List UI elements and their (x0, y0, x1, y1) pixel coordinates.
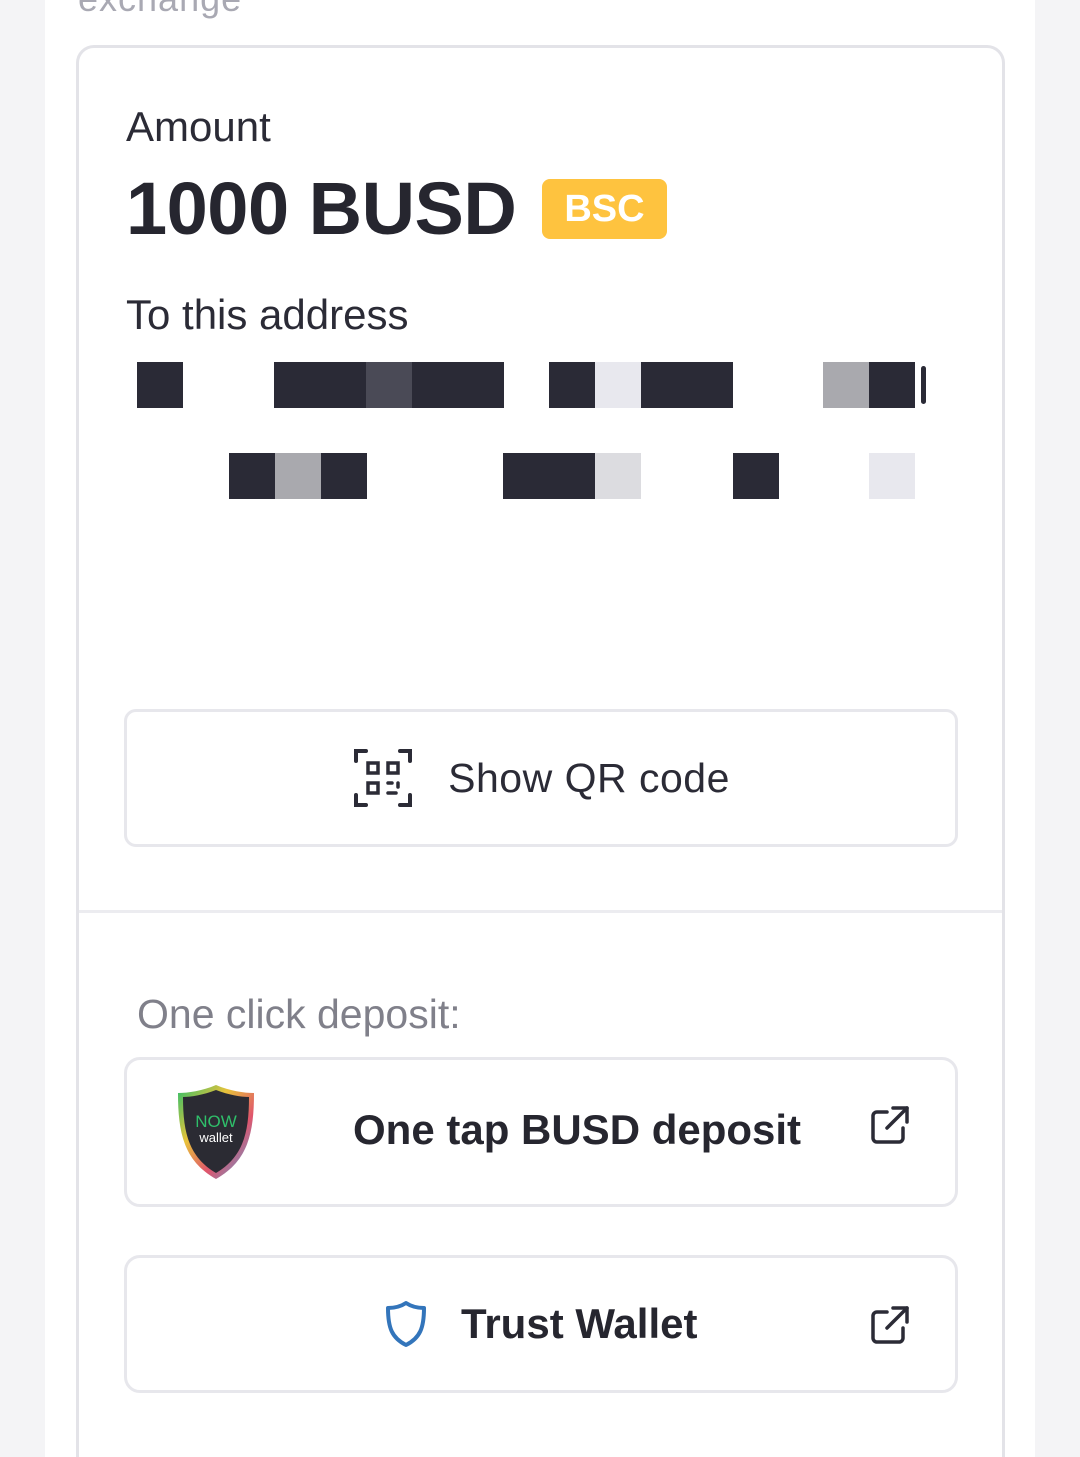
now-wallet-deposit-label: One tap BUSD deposit (353, 1106, 802, 1153)
now-wallet-deposit-button[interactable]: NOW wallet One tap BUSD deposit (124, 1057, 958, 1207)
page-heading-cut: exchange (78, 0, 242, 20)
shield-icon (386, 1301, 426, 1347)
network-badge: BSC (542, 178, 667, 239)
trust-wallet-label-group: Trust Wallet (385, 1300, 697, 1348)
svg-text:wallet: wallet (198, 1130, 233, 1145)
section-divider (79, 910, 1002, 913)
svg-text:NOW: NOW (195, 1112, 237, 1131)
amount-label: Amount (126, 103, 271, 150)
trust-wallet-deposit-button[interactable]: Trust Wallet (124, 1255, 958, 1393)
show-qr-code-label: Show QR code (448, 754, 730, 801)
trust-wallet-label: Trust Wallet (461, 1300, 698, 1347)
external-link-icon (871, 1306, 909, 1344)
amount-value: 1000 BUSD (126, 167, 517, 250)
amount-row: 1000 BUSD BSC (126, 166, 667, 251)
address-label: To this address (126, 291, 409, 338)
payment-card: Amount 1000 BUSD BSC To this address Sho… (76, 45, 1005, 1457)
external-link-icon (871, 1106, 909, 1144)
qr-code-icon (354, 749, 413, 807)
now-wallet-logo: NOW wallet (178, 1085, 254, 1179)
one-click-deposit-label: One click deposit: (137, 991, 461, 1037)
show-qr-code-button[interactable]: Show QR code (124, 709, 958, 847)
